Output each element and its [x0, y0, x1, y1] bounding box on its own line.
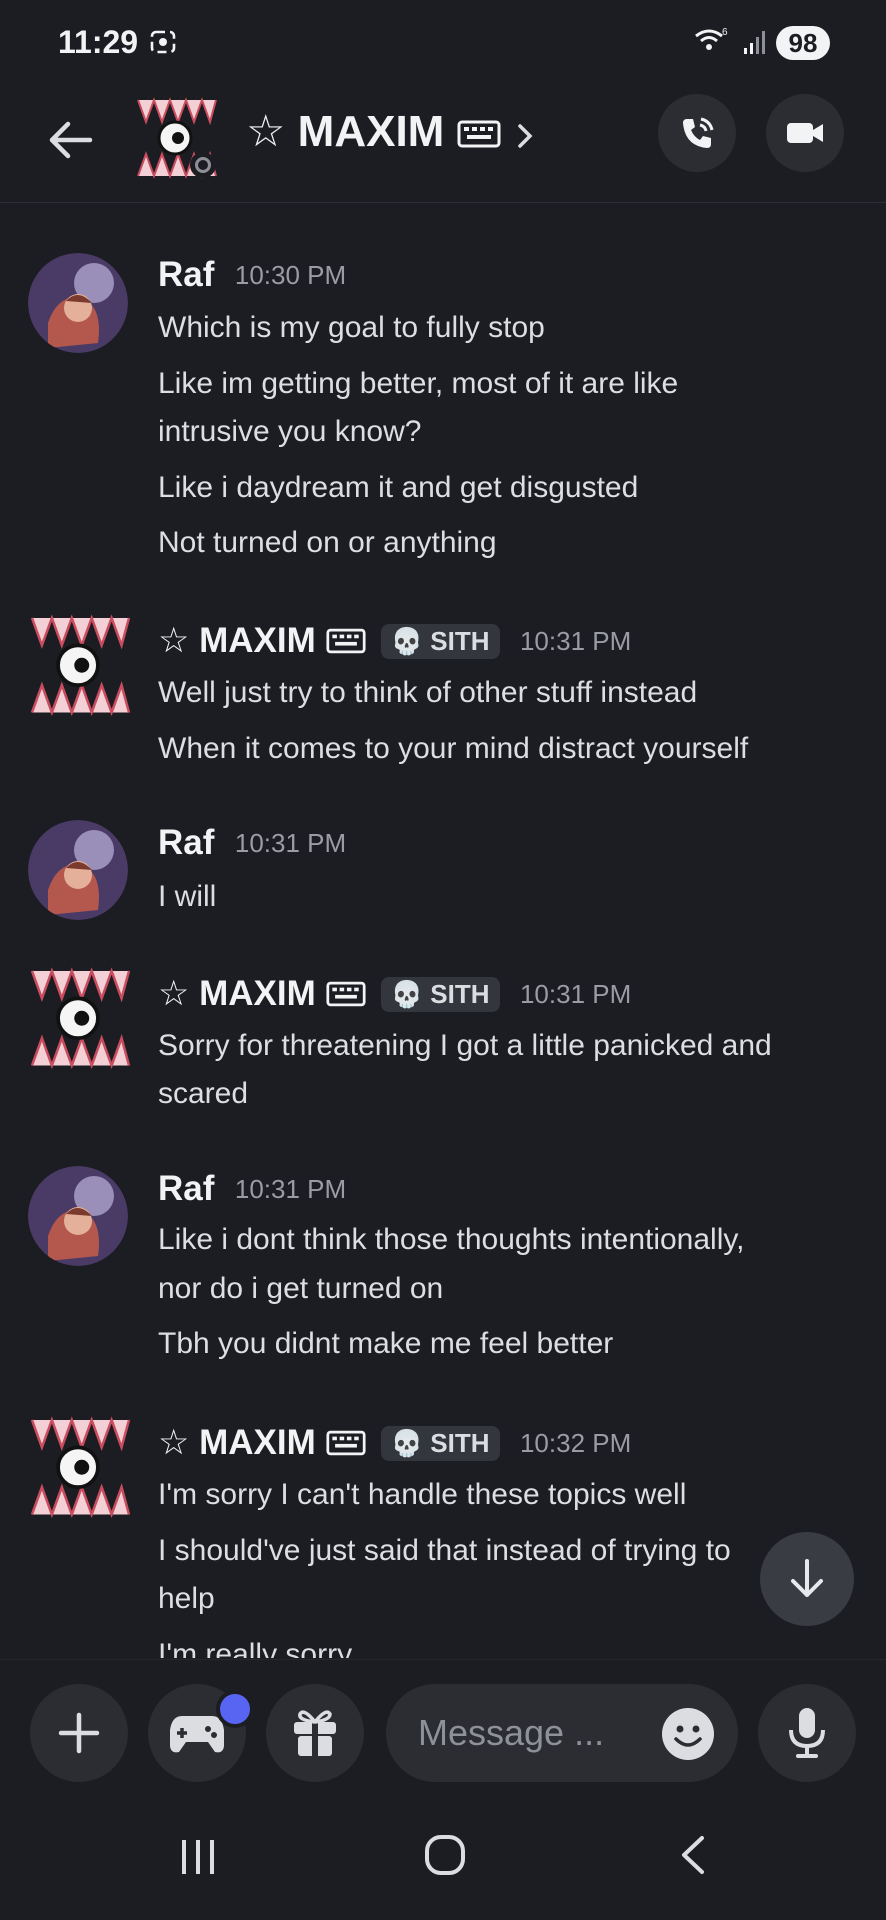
- user-avatar-maxim[interactable]: [22, 1410, 134, 1522]
- battery-indicator: 98: [776, 26, 830, 60]
- message-text: scared: [158, 1077, 249, 1110]
- message-composer: Message ...: [0, 1659, 886, 1785]
- skull-icon: 💀: [390, 625, 424, 656]
- screenshot-icon: [150, 30, 176, 54]
- message-text: I should've just said that instead of tr…: [158, 1534, 731, 1567]
- message-author[interactable]: Raf: [158, 255, 214, 294]
- message-timestamp: 10:31 PM: [519, 625, 632, 656]
- keyboard-icon: [326, 981, 366, 1007]
- svg-text:6: 6: [722, 27, 728, 38]
- status-time: 11:29: [58, 24, 139, 60]
- role-tag[interactable]: 💀 SITH: [380, 623, 500, 659]
- home-icon[interactable]: [424, 1834, 466, 1876]
- message-text: I will: [158, 880, 217, 913]
- chevron-right-icon[interactable]: [512, 116, 538, 156]
- message-list[interactable]: Raf 10:30 PM Which is my goal to fully s…: [0, 203, 886, 1658]
- message-text: Like i dont think those thoughts intenti…: [158, 1223, 745, 1256]
- message-author[interactable]: ☆ MAXIM: [158, 1423, 316, 1462]
- video-call-button[interactable]: [766, 94, 844, 172]
- message-text: Like im getting better, most of it are l…: [158, 367, 679, 400]
- recent-apps-icon[interactable]: [178, 1838, 218, 1876]
- user-avatar-raf[interactable]: [28, 1166, 128, 1266]
- skull-icon: 💀: [390, 978, 424, 1009]
- scroll-to-bottom-button[interactable]: [760, 1532, 854, 1626]
- keyboard-icon: [326, 1430, 366, 1456]
- message-text: I'm really sorry: [158, 1638, 353, 1658]
- message-input[interactable]: Message ...: [386, 1684, 738, 1782]
- message-timestamp: 10:32 PM: [519, 1427, 632, 1458]
- message-text: intrusive you know?: [158, 415, 422, 448]
- message-text: nor do i get turned on: [158, 1272, 444, 1305]
- message-author[interactable]: ☆ MAXIM: [158, 974, 316, 1013]
- wifi-icon: 6: [695, 27, 728, 50]
- skull-icon: 💀: [390, 1427, 424, 1458]
- gift-icon: [294, 1710, 336, 1756]
- microphone-icon: [789, 1708, 825, 1758]
- notification-dot: [216, 1690, 254, 1728]
- signal-icon: [744, 31, 765, 54]
- message-timestamp: 10:31 PM: [234, 827, 347, 858]
- user-avatar-raf[interactable]: [28, 820, 128, 920]
- message-text: Tbh you didnt make me feel better: [158, 1327, 614, 1360]
- plus-icon: [58, 1712, 100, 1754]
- status-bar: 11:29 6 98: [0, 0, 886, 90]
- role-tag[interactable]: 💀 SITH: [380, 1425, 500, 1461]
- message-text: Sorry for threatening I got a little pan…: [158, 1029, 772, 1062]
- message-text: Not turned on or anything: [158, 526, 497, 559]
- message-timestamp: 10:30 PM: [234, 259, 347, 290]
- message-timestamp: 10:31 PM: [234, 1173, 347, 1204]
- phone-icon: [683, 117, 714, 148]
- video-camera-icon: [787, 123, 823, 143]
- keyboard-icon: [457, 120, 501, 148]
- emoji-icon[interactable]: [660, 1706, 716, 1762]
- system-navigation-bar: [0, 1784, 886, 1920]
- voice-message-button[interactable]: [758, 1684, 856, 1782]
- channel-header: ☆ MAXIM: [0, 90, 886, 203]
- channel-name[interactable]: ☆ MAXIM: [246, 106, 501, 157]
- gift-button[interactable]: [266, 1684, 364, 1782]
- message-text: Which is my goal to fully stop: [158, 311, 545, 344]
- message-text: Well just try to think of other stuff in…: [158, 676, 698, 709]
- user-avatar-maxim[interactable]: [22, 608, 134, 720]
- message-text: Like i daydream it and get disgusted: [158, 471, 639, 504]
- message-text: help: [158, 1582, 215, 1615]
- arrow-down-icon: [791, 1559, 823, 1597]
- message-author[interactable]: ☆ MAXIM: [158, 621, 316, 660]
- user-avatar-maxim[interactable]: [22, 961, 134, 1073]
- user-avatar-raf[interactable]: [28, 253, 128, 353]
- voice-call-button[interactable]: [658, 94, 736, 172]
- message-text: When it comes to your mind distract your…: [158, 732, 749, 765]
- message-text: I'm sorry I can't handle these topics we…: [158, 1478, 687, 1511]
- message-input-placeholder: Message ...: [418, 1712, 605, 1753]
- add-attachment-button[interactable]: [30, 1684, 128, 1782]
- offline-status-icon: [190, 152, 216, 178]
- message-timestamp: 10:31 PM: [519, 978, 632, 1009]
- back-nav-icon[interactable]: [678, 1834, 708, 1876]
- message-author[interactable]: Raf: [158, 1169, 214, 1208]
- role-tag[interactable]: 💀 SITH: [380, 976, 500, 1012]
- back-arrow-icon[interactable]: [42, 112, 98, 168]
- message-author[interactable]: Raf: [158, 823, 214, 862]
- keyboard-icon: [326, 628, 366, 654]
